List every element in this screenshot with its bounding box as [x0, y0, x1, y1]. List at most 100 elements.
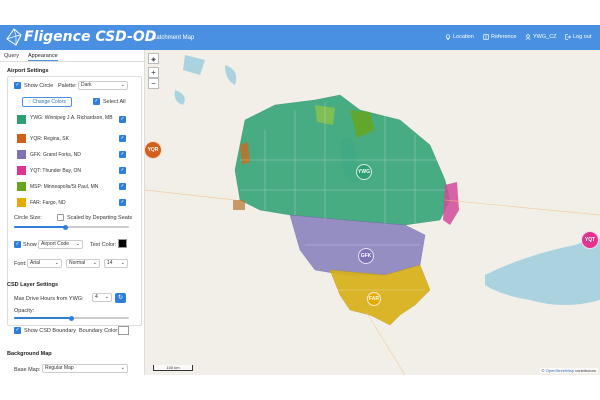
airport-checkbox-yqt[interactable]: ✓: [119, 167, 126, 174]
max-drive-select[interactable]: 4 ⌄: [92, 293, 112, 302]
opacity-label: Opacity:: [14, 308, 35, 314]
airport-color-swatch-gfk[interactable]: [17, 150, 26, 159]
airport-label-yqt: YQT: Thunder Bay, ON: [30, 168, 81, 174]
show-circle-checkbox[interactable]: ✓: [14, 82, 21, 89]
chevron-down-icon: ⌄: [75, 241, 80, 247]
circle-size-slider-handle[interactable]: [63, 224, 69, 230]
change-colors-button[interactable]: ◌ Change Colors: [22, 97, 72, 107]
font-size-value: 14: [107, 260, 113, 266]
palette-select-value: Dark: [81, 82, 92, 88]
show-label-checkbox[interactable]: ✓: [14, 241, 21, 248]
chevron-down-icon: ⌄: [92, 260, 97, 266]
airport-label-msp: MSP: Minneapolis/St Paul, MN: [30, 184, 99, 190]
airport-marker-yqr[interactable]: YQR: [144, 141, 162, 159]
map-attribution: © OpenStreetMap contributors: [539, 368, 598, 373]
circle-size-slider-fill: [14, 226, 66, 228]
palette-select[interactable]: Dark ⌄: [78, 81, 128, 90]
lake-north-2: [225, 65, 237, 85]
boundary-color-label: Boundary Color:: [79, 328, 119, 334]
nav-logout-label: Log out: [573, 34, 592, 40]
attribution-link[interactable]: OpenStreetMap: [546, 368, 574, 373]
base-map-value: Regular Map: [45, 365, 74, 371]
airport-checkbox-far[interactable]: ✓: [119, 199, 126, 206]
show-label-text: Show: [23, 242, 37, 248]
chevron-down-icon: ⌄: [104, 294, 109, 300]
background-map-title: Background Map: [7, 351, 52, 357]
airport-color-swatch-far[interactable]: [17, 198, 26, 207]
nav-user-label: YWG_CZ: [533, 34, 557, 40]
logo-icon: [6, 28, 22, 46]
nav-location-label: Location: [453, 34, 474, 40]
tab-bar: Query Appearance: [0, 50, 144, 62]
select-all-label: Select All: [103, 99, 126, 105]
airport-marker-far[interactable]: FAR: [367, 292, 381, 306]
map-scale: 100 km: [153, 365, 193, 371]
label-type-select[interactable]: Airport Code ⌄: [38, 240, 83, 249]
show-circle-label: Show Circle: [24, 83, 54, 89]
select-all-checkbox[interactable]: ✓: [93, 98, 100, 105]
airport-checkbox-msp[interactable]: ✓: [119, 183, 126, 190]
layers-button[interactable]: ◈: [148, 53, 159, 64]
refresh-icon: ↻: [117, 295, 124, 301]
change-colors-label: Change Colors: [32, 99, 66, 105]
app-header: Fligence CSD-OD Catchment Map Location R…: [0, 25, 600, 50]
airport-checkbox-gfk[interactable]: ✓: [119, 151, 126, 158]
attribution-suffix: contributors: [573, 368, 596, 373]
show-boundary-label: Show CSD Boundary: [24, 328, 76, 334]
max-drive-value: 4: [95, 294, 98, 300]
chevron-down-icon: ⌄: [120, 82, 125, 88]
font-label: Font:: [14, 261, 27, 267]
font-weight-select[interactable]: Normal ⌄: [66, 259, 100, 268]
tab-query[interactable]: Query: [4, 53, 19, 59]
user-icon: [525, 34, 531, 40]
opacity-slider-handle[interactable]: [69, 315, 74, 321]
airport-settings-title: Airport Settings: [7, 68, 49, 74]
chevron-down-icon: ⌄: [54, 260, 59, 266]
lake-north: [183, 55, 205, 75]
yqt-catchment-patch: [443, 182, 459, 225]
airport-label-far: FAR: Fargo, ND: [30, 200, 66, 206]
chevron-down-icon: ⌄: [120, 260, 125, 266]
font-size-select[interactable]: 14 ⌄: [104, 259, 128, 268]
nav-location[interactable]: Location: [445, 34, 474, 40]
airport-color-swatch-ywg[interactable]: [17, 115, 26, 124]
zoom-out-button[interactable]: −: [148, 78, 159, 89]
nav-reference[interactable]: Reference: [483, 34, 516, 40]
airport-marker-yqt[interactable]: YQT: [581, 231, 599, 249]
scaled-label: Scaled by Departing Seats: [67, 215, 133, 221]
airport-checkbox-yqr[interactable]: ✓: [119, 135, 126, 142]
catchment-map[interactable]: ◈ + − 100 km © OpenStreetMap contributor…: [145, 50, 600, 375]
base-map-select[interactable]: Regular Map ⌄: [42, 364, 128, 373]
airport-color-swatch-yqr[interactable]: [17, 134, 26, 143]
pin-icon: [445, 34, 451, 40]
max-drive-label: Max Drive Hours from YWG:: [14, 296, 84, 302]
map-canvas[interactable]: [145, 50, 600, 375]
base-map-label: Base Map:: [14, 367, 41, 373]
lake-west: [174, 90, 185, 105]
chevron-down-icon: ⌄: [120, 365, 125, 371]
refresh-button[interactable]: ↻: [115, 293, 126, 303]
book-icon: [483, 34, 489, 40]
zoom-in-button[interactable]: +: [148, 67, 159, 78]
airport-color-swatch-msp[interactable]: [17, 182, 26, 191]
lake-superior: [485, 238, 600, 305]
airport-marker-gfk[interactable]: GFK: [358, 248, 374, 264]
font-family-select[interactable]: Arial ⌄: [27, 259, 62, 268]
text-color-swatch[interactable]: [118, 239, 127, 248]
show-boundary-checkbox[interactable]: ✓: [14, 327, 21, 334]
nav-user[interactable]: YWG_CZ: [525, 34, 557, 40]
airport-checkbox-ywg[interactable]: ✓: [119, 116, 126, 123]
tab-appearance[interactable]: Appearance: [28, 53, 58, 61]
scaled-checkbox[interactable]: [57, 214, 64, 221]
yqr-catchment-patch-2: [233, 200, 245, 210]
nav-logout[interactable]: Log out: [565, 34, 591, 40]
airport-marker-ywg[interactable]: YWG: [356, 164, 372, 180]
airport-label-yqr: YQR: Regina, SK: [30, 136, 69, 142]
boundary-color-swatch[interactable]: [118, 326, 129, 335]
airport-label-ywg: YWG: Winnipeg J.A. Richardson, MB: [30, 115, 113, 121]
airport-label-gfk: GFK: Grand Forks, ND: [30, 152, 81, 158]
airport-color-swatch-yqt[interactable]: [17, 166, 26, 175]
settings-sidebar: Query Appearance Airport Settings ✓ Show…: [0, 50, 145, 375]
palette-label: Palette:: [58, 83, 77, 89]
opacity-slider-fill: [14, 317, 72, 319]
